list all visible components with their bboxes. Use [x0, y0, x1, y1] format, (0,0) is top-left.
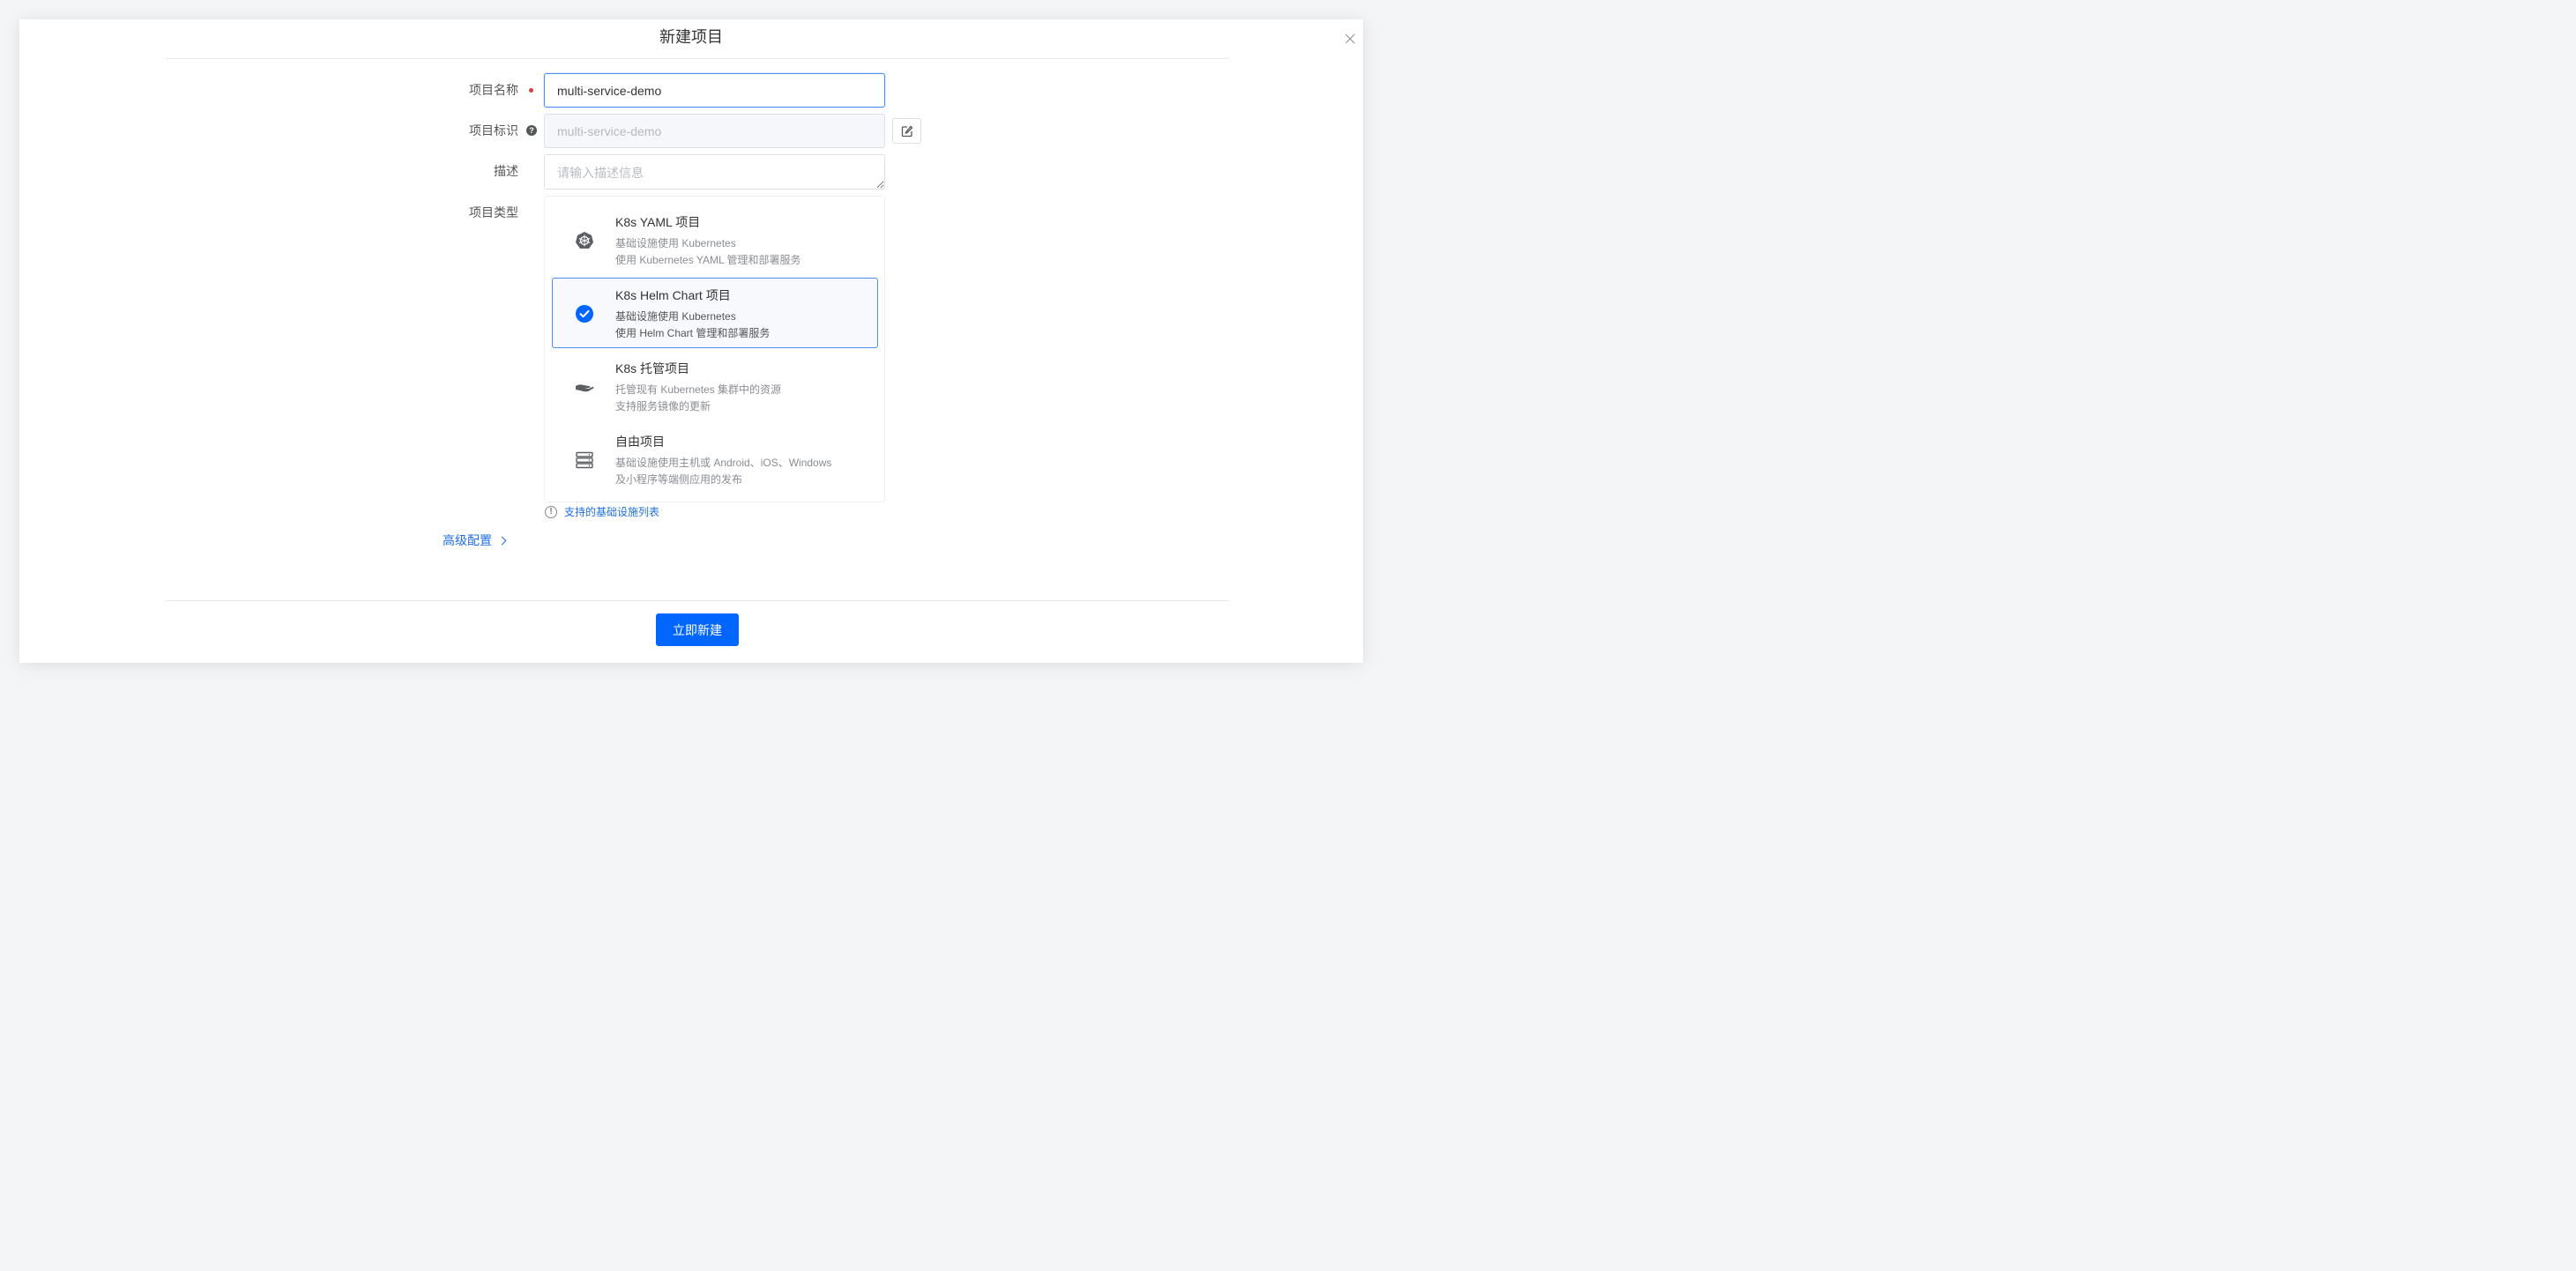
help-icon[interactable]: ?: [526, 125, 537, 136]
info-icon: !: [545, 505, 557, 518]
project-identifier-label: 项目标识: [469, 123, 518, 138]
infra-list-link[interactable]: 支持的基础设施列表: [564, 504, 659, 519]
description-label: 描述: [494, 164, 518, 178]
option-description: 基础设施使用主机或 Android、iOS、Windows: [615, 457, 832, 469]
option-description: 支持服务镜像的更新: [615, 400, 711, 413]
option-description: 使用 Kubernetes YAML 管理和部署服务: [615, 254, 801, 266]
project-name-label: 项目名称: [469, 83, 518, 97]
hand-icon: [574, 376, 595, 398]
advanced-config-label: 高级配置: [443, 533, 492, 547]
project-type-option-helm-chart[interactable]: K8s Helm Chart 项目 基础设施使用 Kubernetes 使用 H…: [552, 278, 878, 348]
option-title: K8s YAML 项目: [615, 215, 701, 229]
option-description: 基础设施使用 Kubernetes: [615, 237, 736, 249]
advanced-config-toggle[interactable]: 高级配置: [443, 531, 507, 549]
project-type-label: 项目类型: [469, 205, 518, 219]
project-type-option-k8s-yaml[interactable]: K8s YAML 项目 基础设施使用 Kubernetes 使用 Kuberne…: [552, 204, 878, 275]
edit-icon: [901, 125, 912, 137]
project-type-option-free[interactable]: 自由项目 基础设施使用主机或 Android、iOS、Windows 及小程序等…: [552, 424, 878, 494]
server-icon: [574, 450, 595, 471]
infra-info-row: ! 支持的基础设施列表: [545, 504, 659, 519]
option-description: 使用 Helm Chart 管理和部署服务: [615, 327, 771, 339]
option-title: 自由项目: [615, 435, 665, 449]
footer-divider: [166, 600, 1229, 601]
option-description: 基础设施使用 Kubernetes: [615, 310, 736, 323]
close-icon[interactable]: [1344, 32, 1358, 46]
chevron-right-icon: [497, 536, 507, 545]
project-type-list: K8s YAML 项目 基础设施使用 Kubernetes 使用 Kuberne…: [544, 196, 885, 502]
option-title: K8s Helm Chart 项目: [615, 288, 731, 302]
option-title: K8s 托管项目: [615, 361, 690, 375]
create-project-modal: 新建项目 项目名称 项目标识 ? 描述 项目类型: [19, 19, 1363, 663]
project-identifier-input: [544, 114, 885, 148]
header-divider: [166, 58, 1229, 59]
option-description: 及小程序等端侧应用的发布: [615, 473, 743, 486]
description-textarea[interactable]: [544, 154, 885, 190]
edit-identifier-button[interactable]: [892, 118, 921, 144]
create-now-button[interactable]: 立即新建: [656, 613, 739, 646]
project-type-option-k8s-hosted[interactable]: K8s 托管项目 托管现有 Kubernetes 集群中的资源 支持服务镜像的更…: [552, 351, 878, 421]
project-name-input[interactable]: [544, 73, 885, 108]
modal-title: 新建项目: [659, 28, 723, 46]
kubernetes-icon: [574, 230, 595, 251]
option-description: 托管现有 Kubernetes 集群中的资源: [615, 383, 782, 396]
check-circle-icon: [574, 303, 595, 324]
required-indicator: [529, 88, 533, 93]
